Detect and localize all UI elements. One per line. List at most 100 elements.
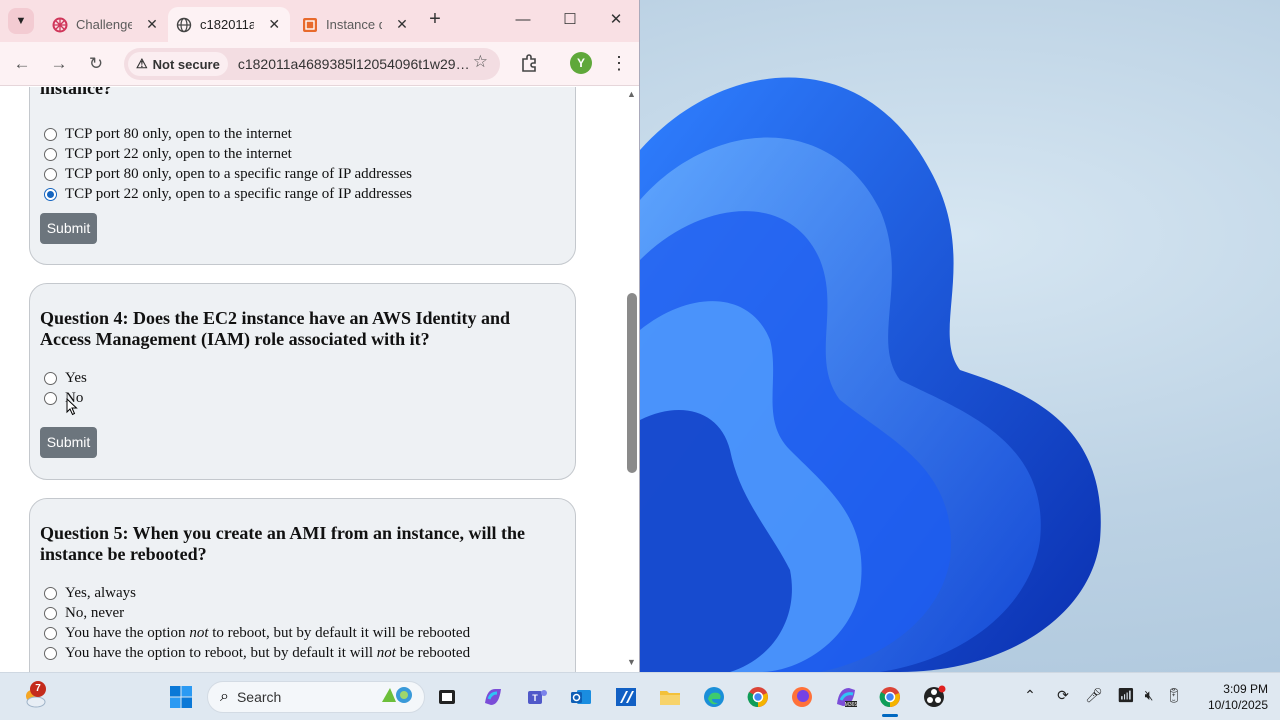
arrow-right-icon: → — [50, 54, 68, 73]
powerautomate-button[interactable] — [612, 683, 640, 711]
search-icon: ⌕ — [220, 688, 229, 705]
radio-button[interactable] — [44, 607, 57, 620]
reload-button[interactable]: ↻ — [84, 52, 108, 76]
copilot-icon — [485, 689, 501, 705]
radio-button[interactable] — [44, 647, 57, 660]
chrome-button[interactable] — [744, 683, 772, 711]
radio-button[interactable] — [44, 627, 57, 640]
svg-text:T: T — [532, 693, 538, 703]
q3-option-1[interactable]: TCP port 80 only, open to the internet — [44, 126, 292, 143]
search-label: Search — [236, 689, 282, 705]
q5-option-2[interactable]: No, never — [44, 605, 124, 622]
tab-challenge[interactable]: Challenge ✕ — [44, 7, 168, 42]
option-label: TCP port 80 only, open to the internet — [65, 126, 292, 142]
tab-search-button[interactable]: ▼ — [8, 8, 34, 34]
maximize-icon: ☐ — [563, 11, 577, 28]
close-icon[interactable]: ✕ — [144, 16, 160, 33]
teams-button[interactable]: T — [523, 683, 551, 711]
aws-sandbox-icon — [52, 17, 68, 33]
radio-button[interactable] — [44, 128, 57, 141]
windows-logo-icon — [170, 686, 192, 708]
bookmark-star-icon[interactable]: ☆ — [473, 52, 488, 72]
copilot-button[interactable] — [479, 683, 507, 711]
extensions-icon[interactable] — [518, 52, 540, 74]
taskbar-search[interactable]: ⌕ Search — [207, 681, 425, 713]
svg-text:M365: M365 — [845, 702, 858, 708]
question-5-title: Question 5: When you create an AMI from … — [40, 523, 525, 564]
teams-icon: T — [528, 690, 547, 704]
maximize-button[interactable]: ☐ — [555, 8, 585, 32]
start-button[interactable] — [167, 683, 195, 711]
radio-button[interactable] — [44, 168, 57, 181]
file-explorer-button[interactable] — [656, 683, 684, 711]
chrome-icon — [879, 687, 900, 708]
radio-button[interactable] — [44, 148, 57, 161]
obs-button[interactable] — [920, 683, 948, 711]
battery-icon[interactable]: 🔋︎ — [1164, 687, 1184, 707]
close-icon: ✕ — [609, 11, 623, 28]
microphone-icon[interactable]: 🎤︎ — [1084, 687, 1104, 707]
new-tab-button[interactable]: + — [424, 9, 446, 31]
security-label: Not secure — [152, 56, 220, 72]
scrollbar-thumb[interactable] — [627, 293, 637, 473]
q5-option-1[interactable]: Yes, always — [44, 585, 136, 602]
close-window-button[interactable]: ✕ — [601, 8, 631, 32]
windows-taskbar: 7 ⌕ Search T M365 ⌃ ⟳ 🎤︎ 📶︎ 🔇︎ 🔋︎ 3:09 P… — [0, 672, 1280, 720]
radio-button[interactable] — [44, 372, 57, 385]
radio-button[interactable] — [44, 587, 57, 600]
browser-window: ▼ Challenge ✕ c182011a ✕ Instance d ✕ + … — [0, 0, 640, 672]
edge-button[interactable] — [700, 683, 728, 711]
radio-button[interactable] — [44, 392, 57, 405]
close-icon[interactable]: ✕ — [266, 16, 282, 33]
globe-icon — [176, 17, 192, 33]
question-3-card: instance? TCP port 80 only, open to the … — [29, 87, 576, 265]
arrow-left-icon: ← — [13, 54, 31, 73]
chrome-profile-button[interactable] — [876, 683, 904, 711]
chevron-up-icon[interactable]: ⌃ — [1020, 687, 1040, 707]
q5-option-4[interactable]: You have the option to reboot, but by de… — [44, 645, 470, 662]
question-4-title: Question 4: Does the EC2 instance have a… — [40, 308, 511, 349]
outlook-button[interactable] — [567, 683, 595, 711]
volume-muted-icon[interactable]: 🔇︎ — [1139, 687, 1159, 707]
scroll-up-arrow-icon[interactable]: ▲ — [627, 89, 636, 99]
task-view-button[interactable] — [433, 683, 461, 711]
wifi-icon[interactable]: 📶︎ — [1116, 687, 1136, 707]
minimize-icon: — — [515, 11, 531, 28]
back-button[interactable]: ← — [10, 52, 34, 76]
q5-option-3[interactable]: You have the option not to reboot, but b… — [44, 625, 470, 642]
question-5-card: Question 5: When you create an AMI from … — [29, 498, 576, 672]
tab-instance[interactable]: Instance d ✕ — [294, 7, 418, 42]
question-3-title: instance? — [40, 87, 112, 98]
q4-submit-button[interactable]: Submit — [40, 427, 97, 458]
tab-title: Instance d — [326, 17, 382, 32]
forward-button[interactable]: → — [47, 52, 71, 76]
q4-option-yes[interactable]: Yes — [44, 370, 87, 387]
reload-icon: ↻ — [88, 54, 104, 73]
tab-active-page[interactable]: c182011a ✕ — [168, 7, 290, 42]
m365-button[interactable]: M365 — [832, 683, 860, 711]
minimize-button[interactable]: — — [508, 8, 538, 32]
option-label: TCP port 80 only, open to a specific ran… — [65, 166, 412, 182]
close-icon[interactable]: ✕ — [394, 16, 410, 33]
q3-option-4[interactable]: TCP port 22 only, open to a specific ran… — [44, 186, 412, 203]
firefox-icon — [792, 687, 812, 707]
radio-button-selected[interactable] — [44, 188, 57, 201]
edge-icon — [704, 687, 724, 707]
chevron-down-icon: ▼ — [15, 15, 27, 27]
q3-submit-button[interactable]: Submit — [40, 213, 97, 244]
address-bar[interactable]: ⚠ Not secure c182011a4689385l12054096t1w… — [124, 48, 500, 80]
security-chip[interactable]: ⚠ Not secure — [128, 52, 228, 76]
ec2-icon — [302, 17, 318, 33]
scroll-down-arrow-icon[interactable]: ▼ — [627, 657, 636, 667]
menu-kebab-icon[interactable]: ⋮ — [610, 52, 628, 74]
taskbar-clock[interactable]: 3:09 PM 10/10/2025 — [1196, 681, 1268, 713]
url-text[interactable]: c182011a4689385l12054096t1w298... — [238, 56, 470, 72]
q3-option-3[interactable]: TCP port 80 only, open to a specific ran… — [44, 166, 412, 183]
q3-option-2[interactable]: TCP port 22 only, open to the internet — [44, 146, 292, 163]
page-scrollbar[interactable]: ▲ ▼ — [624, 87, 639, 672]
sync-icon[interactable]: ⟳ — [1053, 687, 1073, 707]
option-label: No, never — [65, 605, 125, 621]
option-label: Yes, always — [65, 585, 136, 601]
firefox-button[interactable] — [788, 683, 816, 711]
profile-avatar[interactable]: Y — [570, 52, 592, 74]
